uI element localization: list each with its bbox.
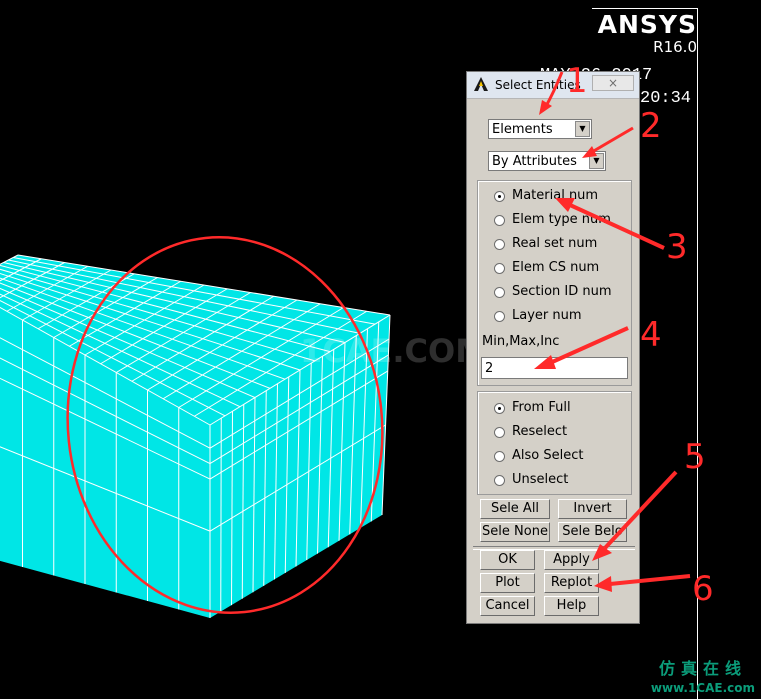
mesh-grid-line [220, 418, 222, 612]
help-button[interactable]: Help [544, 596, 599, 616]
select-mode-group: From Full Reselect Also Select Unselect [477, 391, 632, 495]
radio-button[interactable] [494, 263, 505, 274]
close-icon: × [607, 76, 619, 90]
radio-label: Section ID num [512, 284, 612, 299]
chevron-down-icon[interactable]: ▼ [575, 121, 590, 137]
viewport-border-top [592, 8, 697, 9]
close-button[interactable]: × [592, 75, 634, 91]
ok-button[interactable]: OK [480, 550, 535, 570]
apply-button[interactable]: Apply [544, 550, 599, 570]
criterion-value: By Attributes [492, 154, 577, 169]
ansys-logo-text: ANSYS [597, 10, 697, 39]
radio-label: Unselect [512, 472, 569, 487]
radio-button[interactable] [494, 403, 505, 414]
time-label: 20:34 [640, 89, 692, 108]
dialog-titlebar[interactable]: Select Entities × [467, 72, 639, 99]
site-watermark-cn: 仿真在线 [658, 659, 747, 678]
entity-type-select[interactable]: Elements ▼ [488, 119, 592, 139]
radio-label: From Full [512, 400, 571, 415]
select-entities-dialog: Select Entities × Elements ▼ By Attribut… [466, 71, 640, 624]
radio-label: Material num [512, 188, 599, 203]
chevron-down-icon[interactable]: ▼ [589, 153, 604, 169]
cancel-button[interactable]: Cancel [480, 596, 535, 616]
version-label: R16.0 [653, 38, 697, 56]
radio-button[interactable] [494, 239, 505, 250]
criterion-select[interactable]: By Attributes ▼ [488, 151, 606, 171]
radio-button[interactable] [494, 215, 505, 226]
radio-label: Real set num [512, 236, 598, 251]
radio-button[interactable] [494, 427, 505, 438]
dialog-title: Select Entities [495, 78, 581, 92]
replot-button[interactable]: Replot [544, 573, 599, 593]
radio-button[interactable] [494, 311, 505, 322]
watermark: 1CAE.COM [300, 332, 488, 370]
site-watermark: www.1CAE.com [650, 681, 755, 695]
radio-button[interactable] [494, 475, 505, 486]
radio-button[interactable] [494, 191, 505, 202]
viewport-border-right [697, 8, 698, 699]
min-max-inc-input[interactable] [481, 357, 628, 379]
attribute-group: Material num Elem type num Real set num … [477, 180, 632, 386]
radio-label: Layer num [512, 308, 582, 323]
min-max-inc-label: Min,Max,Inc [482, 334, 560, 349]
radio-label: Elem CS num [512, 260, 600, 275]
plot-button[interactable]: Plot [480, 573, 535, 593]
graphics-viewport[interactable]: ANSYS R16.0 MAY 26 2017 20:34 1CAE.COM 仿… [0, 0, 761, 699]
ansys-a-icon [474, 77, 488, 91]
radio-label: Also Select [512, 448, 584, 463]
sele-all-button[interactable]: Sele All [480, 499, 550, 519]
entity-type-value: Elements [492, 122, 553, 137]
radio-label: Reselect [512, 424, 568, 439]
sele-belo-button[interactable]: Sele Belo [558, 522, 627, 542]
radio-label: Elem type num [512, 212, 611, 227]
radio-button[interactable] [494, 451, 505, 462]
sele-none-button[interactable]: Sele None [480, 522, 550, 542]
invert-button[interactable]: Invert [558, 499, 627, 519]
radio-button[interactable] [494, 287, 505, 298]
